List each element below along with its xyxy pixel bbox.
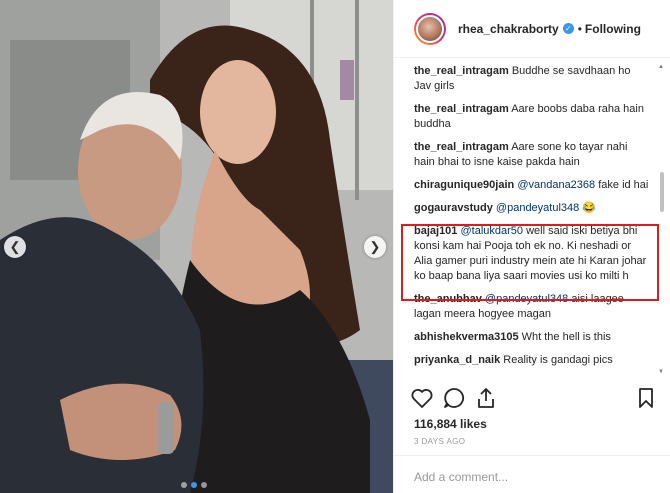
comment-username-link[interactable]: bajaj101 <box>414 225 457 237</box>
chevron-left-icon: ❮ <box>9 239 21 254</box>
comment-item: abhishekverma3105 Wht the hell is this <box>414 330 650 345</box>
post-header: rhea_chakraborty ✓ • Following <box>394 0 670 58</box>
verified-badge-icon: ✓ <box>562 23 574 34</box>
comment-username-link[interactable]: the_real_intragam <box>414 65 509 77</box>
bookmark-icon[interactable] <box>634 386 658 410</box>
header-separator: • <box>577 21 582 36</box>
carousel-dot <box>181 482 187 488</box>
chevron-right-icon: ❯ <box>369 239 381 254</box>
add-comment-input[interactable] <box>414 470 654 484</box>
comment-mention-link[interactable]: @pandeyatul348 <box>485 293 568 305</box>
action-bar <box>410 386 658 410</box>
comment-username-link[interactable]: abhishekverma3105 <box>414 331 519 343</box>
comment-item: the_real_intragam Buddhe se savdhaan ho … <box>414 64 650 94</box>
heart-icon[interactable] <box>410 386 434 410</box>
username-link[interactable]: rhea_chakraborty <box>458 22 559 36</box>
comment-item: bajaj101 @talukdar50 well said iski beti… <box>414 224 650 284</box>
comment-bubble-icon[interactable] <box>442 386 466 410</box>
scroll-down-arrow-icon[interactable]: ▼ <box>658 369 664 375</box>
photo-illustration <box>0 0 393 493</box>
comment-username-link[interactable]: gogauravstudy <box>414 202 493 214</box>
following-button[interactable]: Following <box>585 22 641 36</box>
comment-username-link[interactable]: the_real_intragam <box>414 103 509 115</box>
avatar[interactable] <box>414 12 446 45</box>
post-side-panel: rhea_chakraborty ✓ • Following the_real_… <box>393 0 670 493</box>
comment-mention-link[interactable]: @pandeyatul348 <box>496 202 579 214</box>
comment-text: fake id hai <box>598 179 649 191</box>
divider <box>394 455 670 456</box>
comment-username-link[interactable]: the_anubhav <box>414 293 482 305</box>
comment-text: Wht the hell is this <box>521 331 611 343</box>
previous-photo-button[interactable]: ❮ <box>4 236 26 258</box>
carousel-dot <box>201 482 207 488</box>
comment-text: Reality is gandagi pics <box>503 354 613 366</box>
comments-scrollbar[interactable]: ▲ ▼ <box>658 64 666 378</box>
comment-username-link[interactable]: the_real_intragam <box>414 141 509 153</box>
post-photo[interactable]: ❮ ❯ <box>0 0 393 493</box>
comment-item: the_real_intragam Aare boobs daba raha h… <box>414 102 650 132</box>
share-icon[interactable] <box>474 386 498 410</box>
scroll-thumb[interactable] <box>660 172 664 212</box>
comment-username-link[interactable]: chiragunique90jain <box>414 179 514 191</box>
comment-item: chiragunique90jain @vandana2368 fake id … <box>414 178 650 193</box>
comment-mention-link[interactable]: @talukdar50 <box>460 225 523 237</box>
comment-item: the_anubhav @pandeyatul348 aisi laagee l… <box>414 292 650 322</box>
likes-count[interactable]: 116,884 likes <box>414 417 487 431</box>
carousel-indicator <box>181 482 207 488</box>
comment-text: 😂 <box>582 202 597 214</box>
comment-item: gogauravstudy @pandeyatul348 😂 <box>414 201 650 216</box>
comment-mention-link[interactable]: @vandana2368 <box>517 179 595 191</box>
comment-username-link[interactable]: priyanka_d_naik <box>414 354 500 366</box>
comment-item: priyanka_d_naik Reality is gandagi pics <box>414 353 650 368</box>
comments-list: the_real_intragam Buddhe se savdhaan ho … <box>414 64 650 378</box>
next-photo-button[interactable]: ❯ <box>364 236 386 258</box>
carousel-dot-active <box>191 482 197 488</box>
post-timestamp: 3 DAYS AGO <box>414 437 466 446</box>
comment-item: the_real_intragam Aare sone ko tayar nah… <box>414 140 650 170</box>
scroll-up-arrow-icon[interactable]: ▲ <box>658 64 664 70</box>
